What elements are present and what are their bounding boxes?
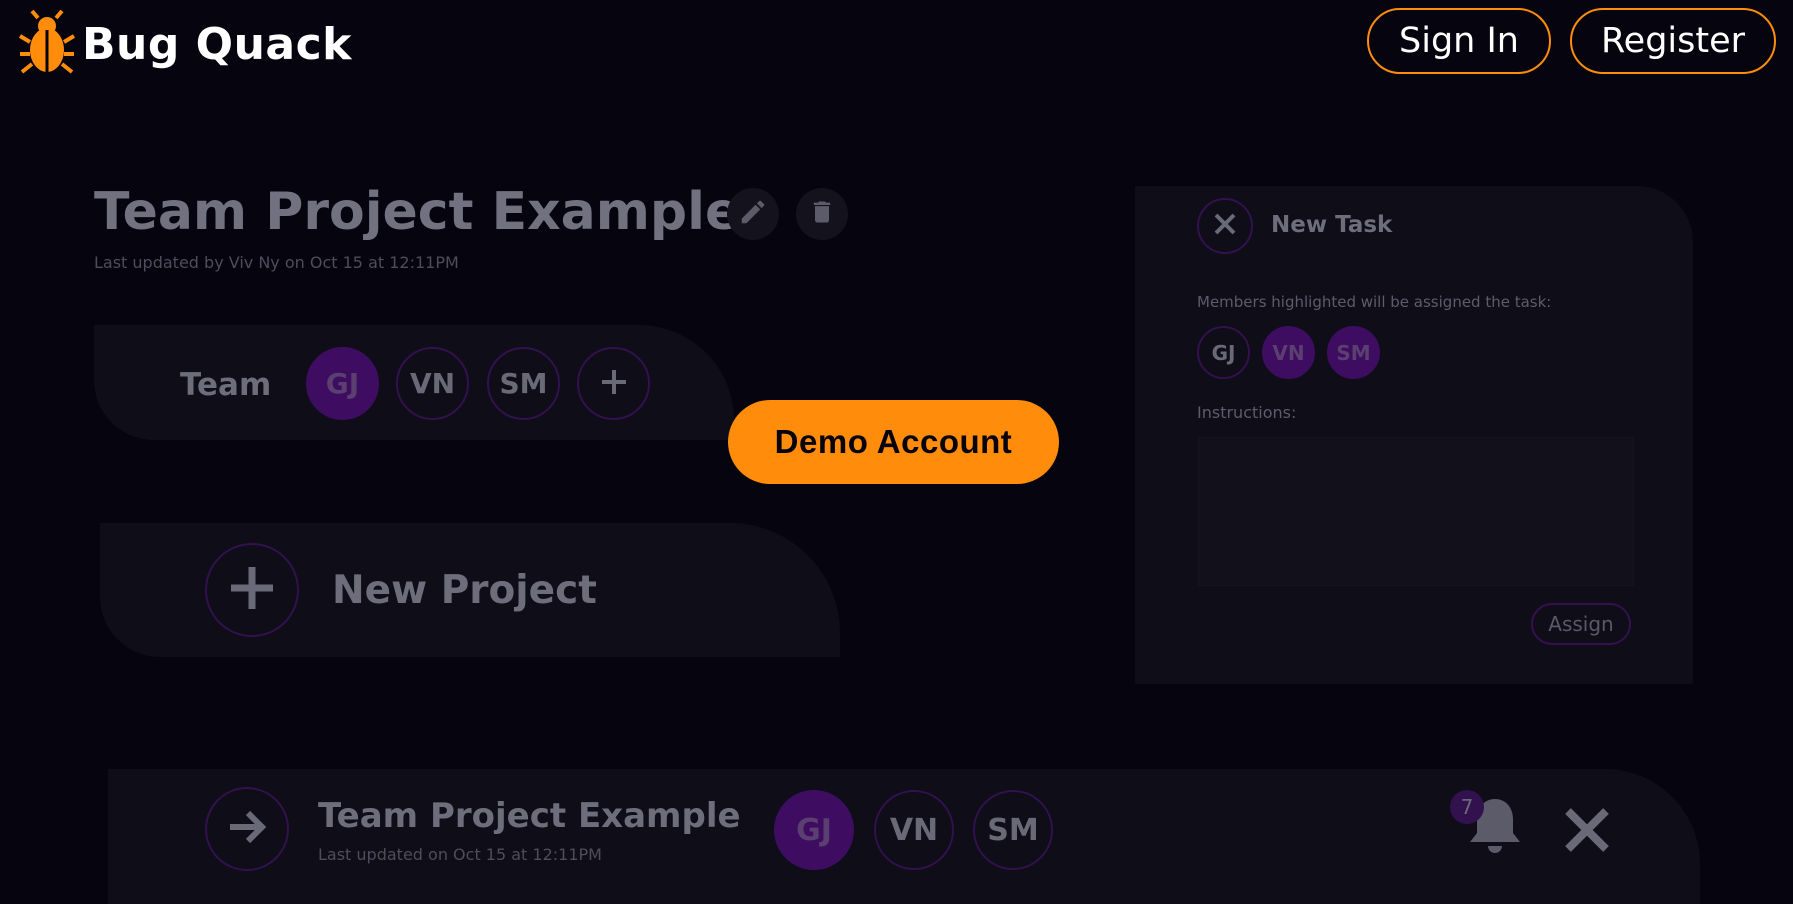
assign-button[interactable]: Assign	[1531, 603, 1631, 645]
instructions-textarea[interactable]	[1198, 437, 1634, 586]
task-member-avatar[interactable]: GJ	[1197, 326, 1250, 379]
task-member-avatar[interactable]: SM	[1327, 326, 1380, 379]
pencil-icon	[738, 197, 768, 231]
close-task-button[interactable]	[1197, 198, 1253, 254]
plus-icon	[227, 563, 277, 617]
new-project-button[interactable]	[205, 543, 299, 637]
delete-project-button[interactable]	[796, 188, 848, 240]
remove-project-button[interactable]	[1562, 805, 1612, 855]
brand-logo[interactable]: Bug Quack	[18, 9, 352, 78]
register-button[interactable]: Register	[1570, 8, 1776, 74]
row-member-avatar[interactable]: GJ	[774, 790, 854, 870]
close-icon	[1212, 211, 1238, 241]
open-project-button[interactable]	[205, 787, 289, 871]
edit-project-button[interactable]	[727, 188, 779, 240]
row-member-avatar[interactable]: VN	[874, 790, 954, 870]
plus-icon	[599, 367, 629, 401]
bell-icon	[1464, 799, 1526, 863]
members-hint: Members highlighted will be assigned the…	[1197, 293, 1552, 311]
member-avatar[interactable]: GJ	[306, 347, 379, 420]
add-member-button[interactable]	[577, 347, 650, 420]
project-last-updated: Last updated by Viv Ny on Oct 15 at 12:1…	[94, 253, 459, 272]
project-row-title: Team Project Example	[318, 796, 741, 836]
team-label: Team	[180, 367, 272, 403]
notification-count-badge: 7	[1450, 790, 1484, 824]
project-row-last-updated: Last updated on Oct 15 at 12:11PM	[318, 845, 602, 864]
sign-in-button[interactable]: Sign In	[1367, 8, 1551, 74]
demo-account-button[interactable]: Demo Account	[728, 400, 1059, 484]
bug-icon	[18, 9, 76, 78]
member-avatar[interactable]: VN	[396, 347, 469, 420]
new-project-label: New Project	[332, 568, 597, 613]
arrow-right-icon	[224, 804, 270, 854]
task-member-avatar[interactable]: VN	[1262, 326, 1315, 379]
new-task-title: New Task	[1271, 212, 1393, 238]
project-title: Team Project Example	[94, 182, 741, 242]
trash-icon	[808, 198, 836, 230]
instructions-label: Instructions:	[1197, 403, 1297, 422]
close-icon	[1562, 808, 1612, 859]
row-member-avatar[interactable]: SM	[973, 790, 1053, 870]
member-avatar[interactable]: SM	[487, 347, 560, 420]
app-name: Bug Quack	[82, 18, 352, 70]
